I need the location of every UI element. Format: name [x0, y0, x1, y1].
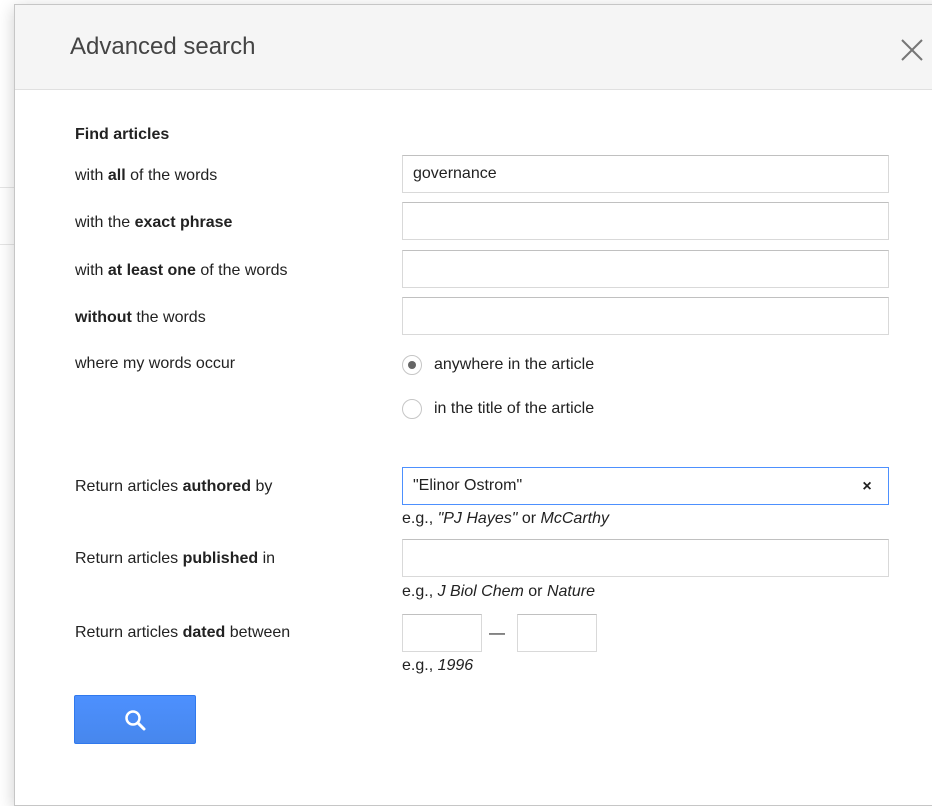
authored-by-label: Return articles authored by: [75, 478, 273, 495]
date-from-input[interactable]: [402, 614, 482, 652]
close-icon: [901, 39, 923, 61]
exact-phrase-label: with the exact phrase: [75, 214, 233, 231]
date-to-input[interactable]: [517, 614, 597, 652]
date-hint: e.g., 1996: [402, 657, 474, 674]
radio-title-indicator[interactable]: [402, 399, 422, 419]
radio-title-label: in the title of the article: [434, 400, 595, 417]
exact-phrase-input[interactable]: [402, 202, 889, 240]
words-occur-label: where my words occur: [75, 355, 236, 372]
search-button[interactable]: [74, 695, 196, 744]
dated-between-label: Return articles dated between: [75, 624, 291, 641]
author-hint: e.g., "PJ Hayes" or McCarthy: [402, 510, 609, 527]
dialog-title: Advanced search: [70, 33, 256, 60]
radio-anywhere-indicator[interactable]: [402, 355, 422, 375]
radio-title[interactable]: in the title of the article: [402, 397, 594, 421]
clear-author-button[interactable]: ×: [857, 477, 877, 497]
author-input[interactable]: [402, 467, 889, 505]
date-separator: —: [489, 625, 505, 642]
published-in-label: Return articles published in: [75, 550, 276, 567]
background-divider: [0, 244, 14, 245]
dialog-header: Advanced search: [15, 5, 932, 90]
at-least-one-input[interactable]: [402, 250, 889, 288]
all-words-label: with all of the words: [75, 167, 218, 184]
find-articles-heading: Find articles: [75, 126, 170, 143]
radio-anywhere-label: anywhere in the article: [434, 356, 595, 373]
radio-anywhere[interactable]: anywhere in the article: [402, 353, 594, 377]
search-icon: [125, 709, 146, 730]
publication-input[interactable]: [402, 539, 889, 577]
publication-hint: e.g., J Biol Chem or Nature: [402, 583, 595, 600]
without-words-label: without the words: [75, 309, 206, 326]
background-divider: [0, 187, 14, 188]
without-words-input[interactable]: [402, 297, 889, 335]
at-least-one-label: with at least one of the words: [75, 262, 288, 279]
advanced-search-dialog: Advanced search Find articles with all o…: [14, 4, 932, 806]
all-words-input[interactable]: [402, 155, 889, 193]
close-button[interactable]: [895, 33, 929, 67]
